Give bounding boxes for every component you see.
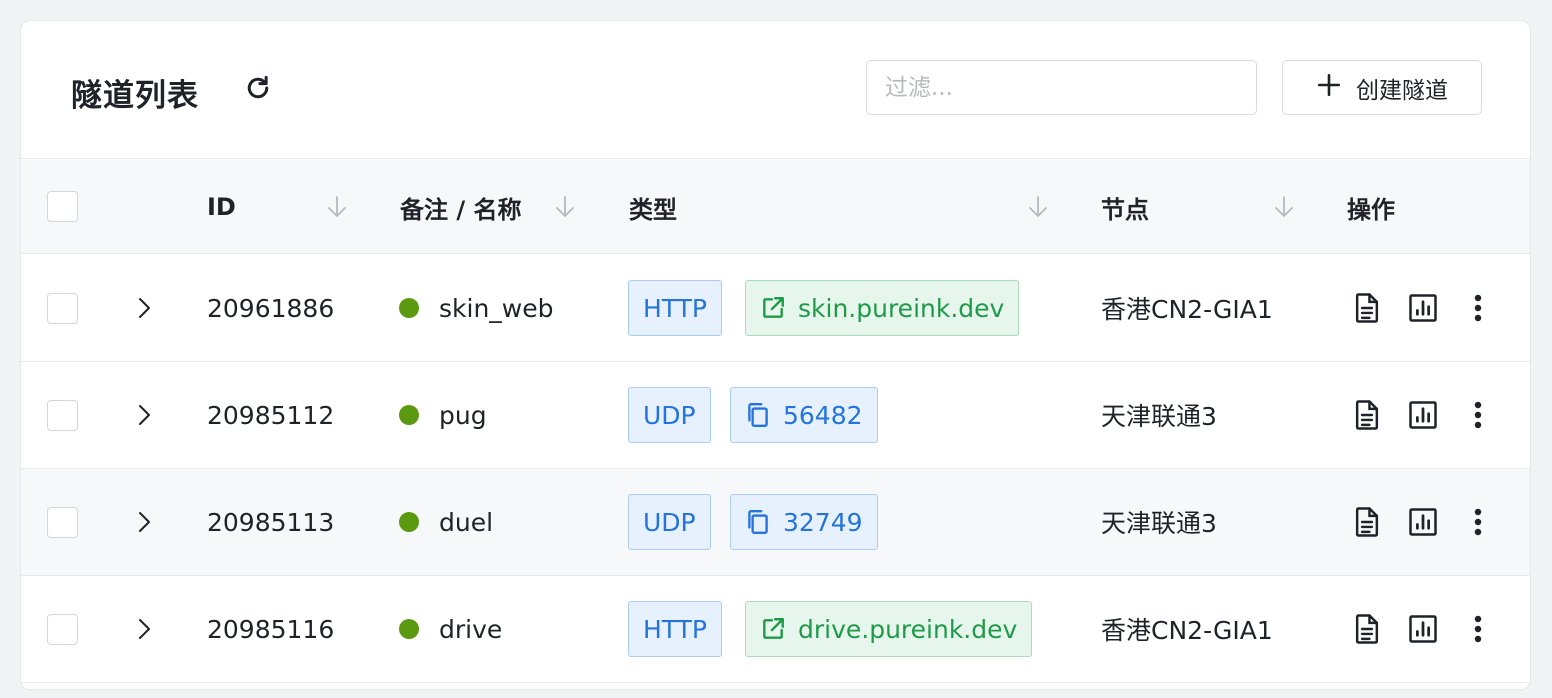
- domain-text: skin.pureink.dev: [798, 293, 1005, 323]
- sort-arrow-icon[interactable]: [325, 194, 349, 220]
- stats-icon[interactable]: [1406, 291, 1440, 325]
- column-id[interactable]: ID: [207, 160, 236, 254]
- more-icon[interactable]: [1461, 291, 1495, 325]
- table-header: ID 备注 / 名称 类型 节点 操作: [21, 160, 1530, 254]
- tunnel-name-cell: skin_web: [399, 255, 554, 361]
- log-icon[interactable]: [1350, 398, 1384, 432]
- tunnel-name-cell: duel: [399, 469, 493, 575]
- sort-arrow-icon[interactable]: [1272, 194, 1296, 220]
- protocol-tag: UDP: [628, 494, 711, 550]
- domain-link-tag[interactable]: drive.pureink.dev: [745, 601, 1033, 657]
- copy-icon: [748, 403, 768, 427]
- table-row[interactable]: 20985116 drive HTTP drive.pureink.dev 香港…: [21, 576, 1530, 683]
- stats-icon[interactable]: [1406, 612, 1440, 646]
- node-name: 天津联通3: [1101, 509, 1217, 538]
- port-text: 56482: [783, 400, 863, 430]
- table-row[interactable]: 20961886 skin_web HTTP skin.pureink.dev …: [21, 255, 1530, 362]
- status-dot: [399, 405, 419, 425]
- port-copy-tag[interactable]: 56482: [730, 387, 878, 443]
- tunnel-name: skin_web: [439, 293, 554, 323]
- status-dot: [399, 298, 419, 318]
- chevron-right-icon[interactable]: [131, 508, 155, 536]
- port-text: 32749: [783, 507, 863, 537]
- tunnel-name-cell: pug: [399, 362, 487, 468]
- more-icon[interactable]: [1461, 505, 1495, 539]
- sort-arrow-icon[interactable]: [1026, 194, 1050, 220]
- node-name: 香港CN2-GIA1: [1101, 616, 1273, 645]
- status-dot: [399, 619, 419, 639]
- log-icon[interactable]: [1350, 612, 1384, 646]
- page-title: 隧道列表: [71, 78, 199, 114]
- chevron-right-icon[interactable]: [131, 615, 155, 643]
- row-checkbox[interactable]: [47, 293, 78, 324]
- select-all-checkbox[interactable]: [47, 191, 78, 222]
- more-icon[interactable]: [1461, 398, 1495, 432]
- row-checkbox[interactable]: [47, 614, 78, 645]
- create-tunnel-label: 创建隧道: [1356, 77, 1448, 104]
- row-checkbox[interactable]: [47, 507, 78, 538]
- card-header: 隧道列表 创建隧道: [21, 21, 1530, 159]
- tunnel-id: 20985116: [207, 614, 335, 644]
- chevron-right-icon[interactable]: [131, 294, 155, 322]
- filter-input[interactable]: [866, 60, 1257, 115]
- domain-link-tag[interactable]: skin.pureink.dev: [745, 280, 1020, 336]
- log-icon[interactable]: [1350, 291, 1384, 325]
- more-icon[interactable]: [1461, 612, 1495, 646]
- external-link-icon: [763, 618, 784, 639]
- column-node[interactable]: 节点: [1101, 160, 1149, 254]
- chevron-right-icon[interactable]: [131, 401, 155, 429]
- node-name: 天津联通3: [1101, 402, 1217, 431]
- create-tunnel-button[interactable]: 创建隧道: [1282, 60, 1482, 115]
- tunnel-list-card: 隧道列表 创建隧道 ID 备注 / 名称 类型 节点 操作: [20, 20, 1531, 690]
- protocol-tag: HTTP: [628, 280, 722, 336]
- column-type[interactable]: 类型: [629, 160, 677, 254]
- tunnel-id: 20961886: [207, 293, 335, 323]
- table-row[interactable]: 20985113 duel UDP 32749 天津联通3: [21, 469, 1530, 576]
- tunnel-name-cell: drive: [399, 576, 502, 682]
- stats-icon[interactable]: [1406, 505, 1440, 539]
- tunnel-name: duel: [439, 507, 494, 537]
- log-icon[interactable]: [1350, 505, 1384, 539]
- domain-text: drive.pureink.dev: [798, 614, 1018, 644]
- refresh-icon[interactable]: [243, 73, 273, 103]
- stats-icon[interactable]: [1406, 398, 1440, 432]
- column-name[interactable]: 备注 / 名称: [400, 160, 521, 254]
- port-copy-tag[interactable]: 32749: [730, 494, 878, 550]
- row-checkbox[interactable]: [47, 400, 78, 431]
- protocol-tag: HTTP: [628, 601, 722, 657]
- plus-icon: [1316, 72, 1342, 104]
- table-row[interactable]: 20985112 pug UDP 56482 天津联通3: [21, 362, 1530, 469]
- status-dot: [399, 512, 419, 532]
- protocol-tag: UDP: [628, 387, 711, 443]
- external-link-icon: [763, 297, 784, 318]
- copy-icon: [748, 510, 768, 534]
- node-name: 香港CN2-GIA1: [1101, 295, 1273, 324]
- tunnel-id: 20985112: [207, 400, 335, 430]
- tunnel-id: 20985113: [207, 507, 335, 537]
- tunnel-name: pug: [439, 400, 487, 430]
- tunnel-name: drive: [439, 614, 503, 644]
- sort-arrow-icon[interactable]: [553, 194, 577, 220]
- column-actions: 操作: [1347, 195, 1395, 224]
